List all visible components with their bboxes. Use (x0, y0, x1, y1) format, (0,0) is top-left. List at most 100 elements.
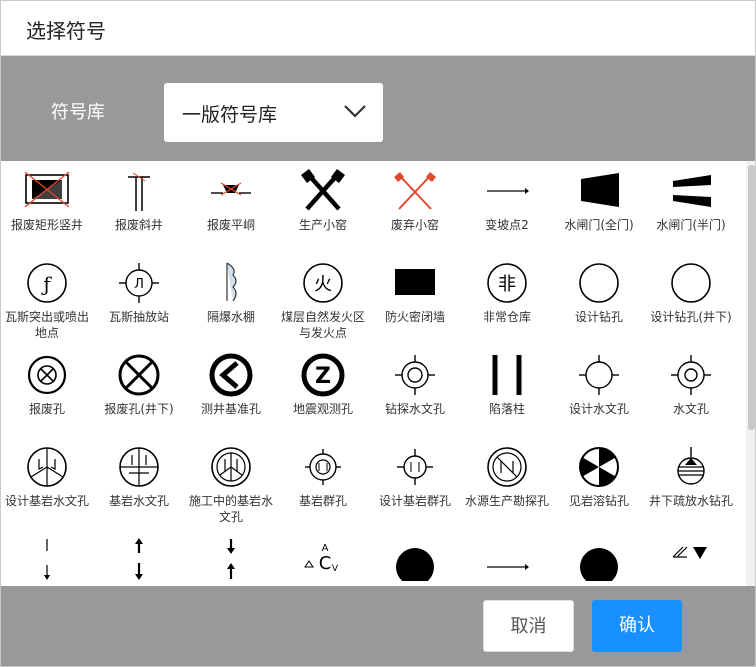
symbol-label: 施工中的基岩水文孔 (188, 494, 273, 524)
symbol-cell[interactable]: 水文孔 (645, 345, 737, 437)
design-bedrock-group-hole-icon (397, 449, 433, 485)
bold-arrows-icon (135, 538, 143, 580)
symbol-label: 瓦斯突出或喷出地点 (4, 310, 89, 340)
symbol-cell[interactable]: 报废斜井 (93, 161, 185, 253)
symbol-cell[interactable]: 变坡点2 (461, 161, 553, 253)
symbol-cell[interactable]: 测井基准孔 (185, 345, 277, 437)
symbol-cell[interactable] (1, 529, 93, 586)
symbol-label: 水源生产勘探孔 (464, 494, 549, 508)
symbol-label: 变坡点2 (485, 218, 529, 232)
symbol-cell[interactable]: 陷落柱 (461, 345, 553, 437)
thin-arrows-icon (44, 539, 50, 580)
design-hydro-hole-icon (579, 355, 619, 395)
symbol-cell[interactable]: 报废平峒 (185, 161, 277, 253)
dialog-header: 选择符号 (1, 1, 755, 56)
symbol-cell[interactable]: 报废孔 (1, 345, 93, 437)
symbol-cell[interactable] (645, 529, 737, 586)
triangle-c-symbol-icon: A C V (304, 543, 339, 574)
symbol-label: 报废孔(井下) (104, 402, 174, 416)
symbol-cell[interactable]: 基岩群孔 (277, 437, 369, 529)
symbol-label: 报废斜井 (114, 218, 163, 232)
symbol-label: 钻探水文孔 (384, 402, 445, 416)
symbol-cell[interactable]: 设计基岩水文孔 (1, 437, 93, 529)
symbol-cell[interactable]: 设计水文孔 (553, 345, 645, 437)
symbol-label: 设计钻孔 (574, 310, 623, 324)
symbol-cell[interactable]: A C V (277, 529, 369, 586)
symbol-label: 水闸门(半门) (656, 218, 726, 232)
symbol-cell[interactable] (93, 529, 185, 586)
bedrock-hydro-hole-icon (119, 447, 159, 487)
symbol-cell[interactable]: 基岩水文孔 (93, 437, 185, 529)
hydro-hole-icon (671, 355, 711, 395)
abandoned-small-mine-icon (394, 172, 436, 210)
symbol-label: 非常仓库 (482, 310, 531, 324)
seismic-observation-hole-icon: Z (301, 353, 345, 397)
symbol-cell[interactable] (461, 529, 553, 586)
glyph-gas-box: ƒ (41, 272, 52, 296)
gas-outburst-point-icon: ƒ (27, 263, 67, 303)
symbol-cell[interactable]: 水源生产勘探孔 (461, 437, 553, 529)
scrapped-incline-shaft-icon (128, 172, 150, 211)
filled-circle-icon (396, 548, 434, 581)
scrapped-hole-underground-icon (118, 354, 160, 396)
collapse-column-icon (492, 355, 522, 395)
symbol-cell[interactable] (369, 529, 461, 586)
symbol-label: 地震观测孔 (292, 402, 353, 416)
symbol-cell[interactable]: 施工中的基岩水文孔 (185, 437, 277, 529)
scrollbar-thumb[interactable] (748, 165, 755, 430)
symbol-cell[interactable] (185, 529, 277, 586)
logging-reference-hole-icon (209, 353, 253, 397)
cancel-button[interactable]: 取消 (483, 600, 574, 652)
symbol-cell[interactable]: 钻探水文孔 (369, 345, 461, 437)
symbol-cell[interactable]: 报废孔(井下) (93, 345, 185, 437)
glyph-gas-station: Л (134, 277, 144, 292)
symbol-label: 陷落柱 (488, 402, 525, 416)
fire-seal-wall-icon (395, 269, 435, 295)
symbol-cell[interactable]: 设计基岩群孔 (369, 437, 461, 529)
line-arrow-icon (487, 564, 529, 570)
symbol-cell[interactable]: 非 非常仓库 (461, 253, 553, 345)
gas-drainage-station-icon: Л (119, 263, 159, 303)
symbol-cell[interactable]: ƒ 瓦斯突出或喷出地点 (1, 253, 93, 345)
glyph-warehouse: 非 (498, 274, 516, 295)
symbol-cell[interactable]: 生产小窑 (277, 161, 369, 253)
water-gate-half-icon (673, 175, 711, 207)
symbol-label: 报废平峒 (206, 218, 255, 232)
symbol-label: 水闸门(全门) (564, 218, 634, 232)
symbol-cell[interactable]: 设计钻孔(井下) (645, 253, 737, 345)
symbol-cell[interactable]: 水闸门(半门) (645, 161, 737, 253)
symbol-cell[interactable]: 火 煤层自然发火区与发火点 (277, 253, 369, 345)
glyph-tri-c-bottom: V (332, 564, 339, 574)
symbol-label: 报废矩形竖井 (10, 218, 83, 232)
symbol-cell[interactable]: 井下疏放水钻孔 (645, 437, 737, 529)
symbol-cell[interactable]: 水闸门(全门) (553, 161, 645, 253)
scrapped-adit-icon (211, 182, 251, 196)
symbol-cell[interactable]: Л 瓦斯抽放站 (93, 253, 185, 345)
symbol-grid[interactable]: 报废矩形竖井 报废斜井 报废平峒 生产小窑 废弃小窑 变坡点2 水闸门(全门) … (1, 161, 746, 586)
symbol-label: 基岩水文孔 (108, 494, 169, 508)
symbol-cell[interactable]: 防火密闭墙 (369, 253, 461, 345)
symbol-cell[interactable]: 废弃小窑 (369, 161, 461, 253)
dialog-title: 选择符号 (26, 19, 106, 43)
glyph-tri-c-mid: C (319, 553, 332, 574)
chevron-down-icon (344, 105, 366, 118)
spontaneous-fire-icon: 火 (303, 263, 343, 303)
symbol-cell[interactable]: Z 地震观测孔 (277, 345, 369, 437)
symbol-cell[interactable]: 隔爆水棚 (185, 253, 277, 345)
confirm-button[interactable]: 确认 (592, 600, 682, 652)
slope-change-point-icon (487, 188, 529, 194)
symbol-library-filter: 符号库 一版符号库 (1, 56, 755, 161)
bedrock-group-hole-icon (305, 449, 341, 485)
drilling-hydro-hole-icon (395, 355, 435, 395)
symbol-cell[interactable] (553, 529, 645, 586)
scrapped-hole-icon (27, 355, 67, 395)
symbol-cell[interactable]: 见岩溶钻孔 (553, 437, 645, 529)
symbol-cell[interactable]: 报废矩形竖井 (1, 161, 93, 253)
symbol-grid-scrollbar[interactable] (746, 161, 755, 586)
symbol-library-select[interactable]: 一版符号库 (164, 83, 383, 142)
symbol-label: 瓦斯抽放站 (108, 310, 169, 324)
symbol-label: 设计钻孔(井下) (650, 310, 732, 324)
symbol-cell[interactable]: 设计钻孔 (553, 253, 645, 345)
symbol-label: 煤层自然发火区与发火点 (280, 310, 365, 340)
symbol-label: 废弃小窑 (390, 218, 439, 232)
